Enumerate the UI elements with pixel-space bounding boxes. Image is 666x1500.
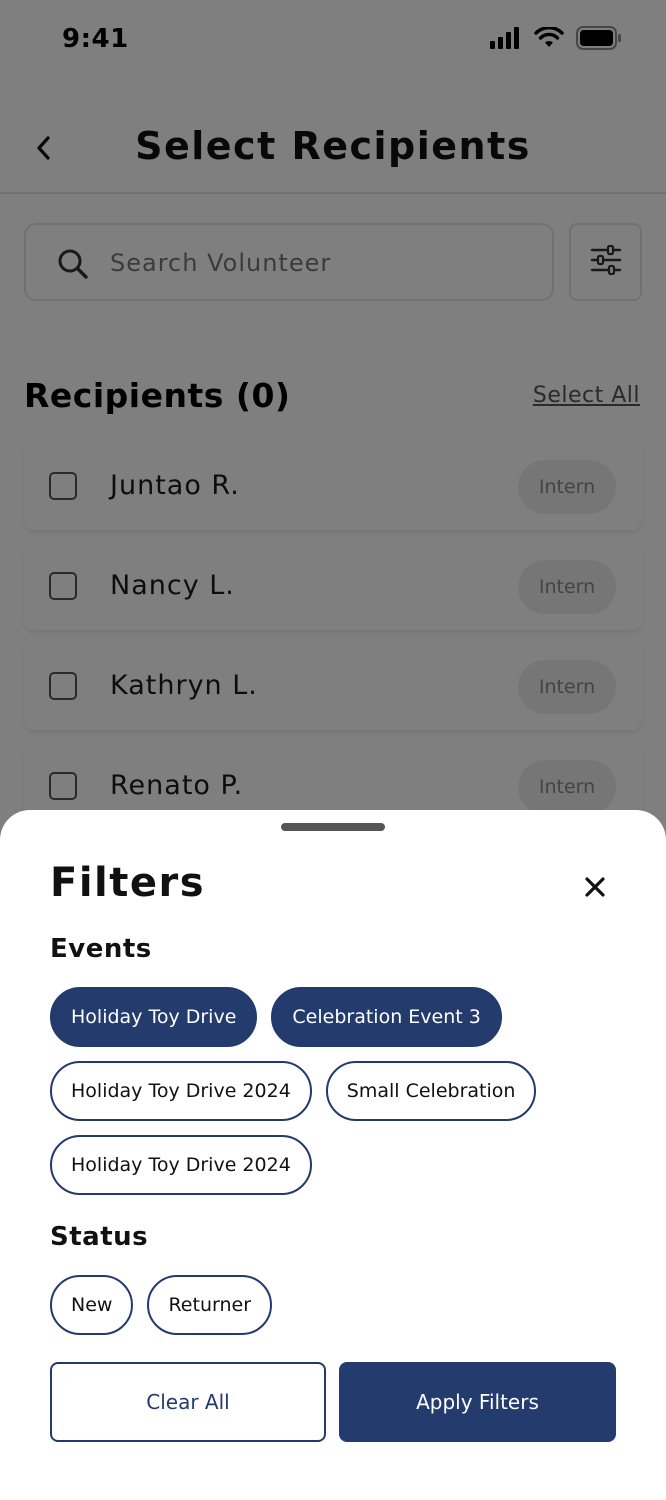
event-chip-small-celebration[interactable]: Small Celebration: [325, 1061, 537, 1121]
filters-bottom-sheet: Filters Events Holiday Toy Drive Celebra…: [0, 810, 666, 1500]
status-section-title: Status: [50, 1222, 149, 1252]
event-chip-holiday-toy-drive[interactable]: Holiday Toy Drive: [50, 987, 258, 1047]
status-chip-returner[interactable]: Returner: [147, 1275, 273, 1335]
close-icon[interactable]: [580, 872, 610, 902]
event-chip-celebration-event-3[interactable]: Celebration Event 3: [271, 987, 502, 1047]
apply-filters-button[interactable]: Apply Filters: [339, 1362, 616, 1442]
events-section-title: Events: [50, 934, 152, 964]
event-chip-holiday-toy-drive-2024-alt[interactable]: Holiday Toy Drive 2024: [50, 1135, 312, 1195]
event-chip-holiday-toy-drive-2024[interactable]: Holiday Toy Drive 2024: [50, 1061, 312, 1121]
status-chip-new[interactable]: New: [50, 1275, 134, 1335]
filters-title: Filters: [50, 860, 206, 906]
clear-all-button[interactable]: Clear All: [50, 1362, 326, 1442]
drag-handle[interactable]: [281, 823, 385, 831]
status-chip-group: New Returner: [50, 1275, 630, 1335]
events-chip-group: Holiday Toy Drive Celebration Event 3 Ho…: [50, 987, 630, 1195]
